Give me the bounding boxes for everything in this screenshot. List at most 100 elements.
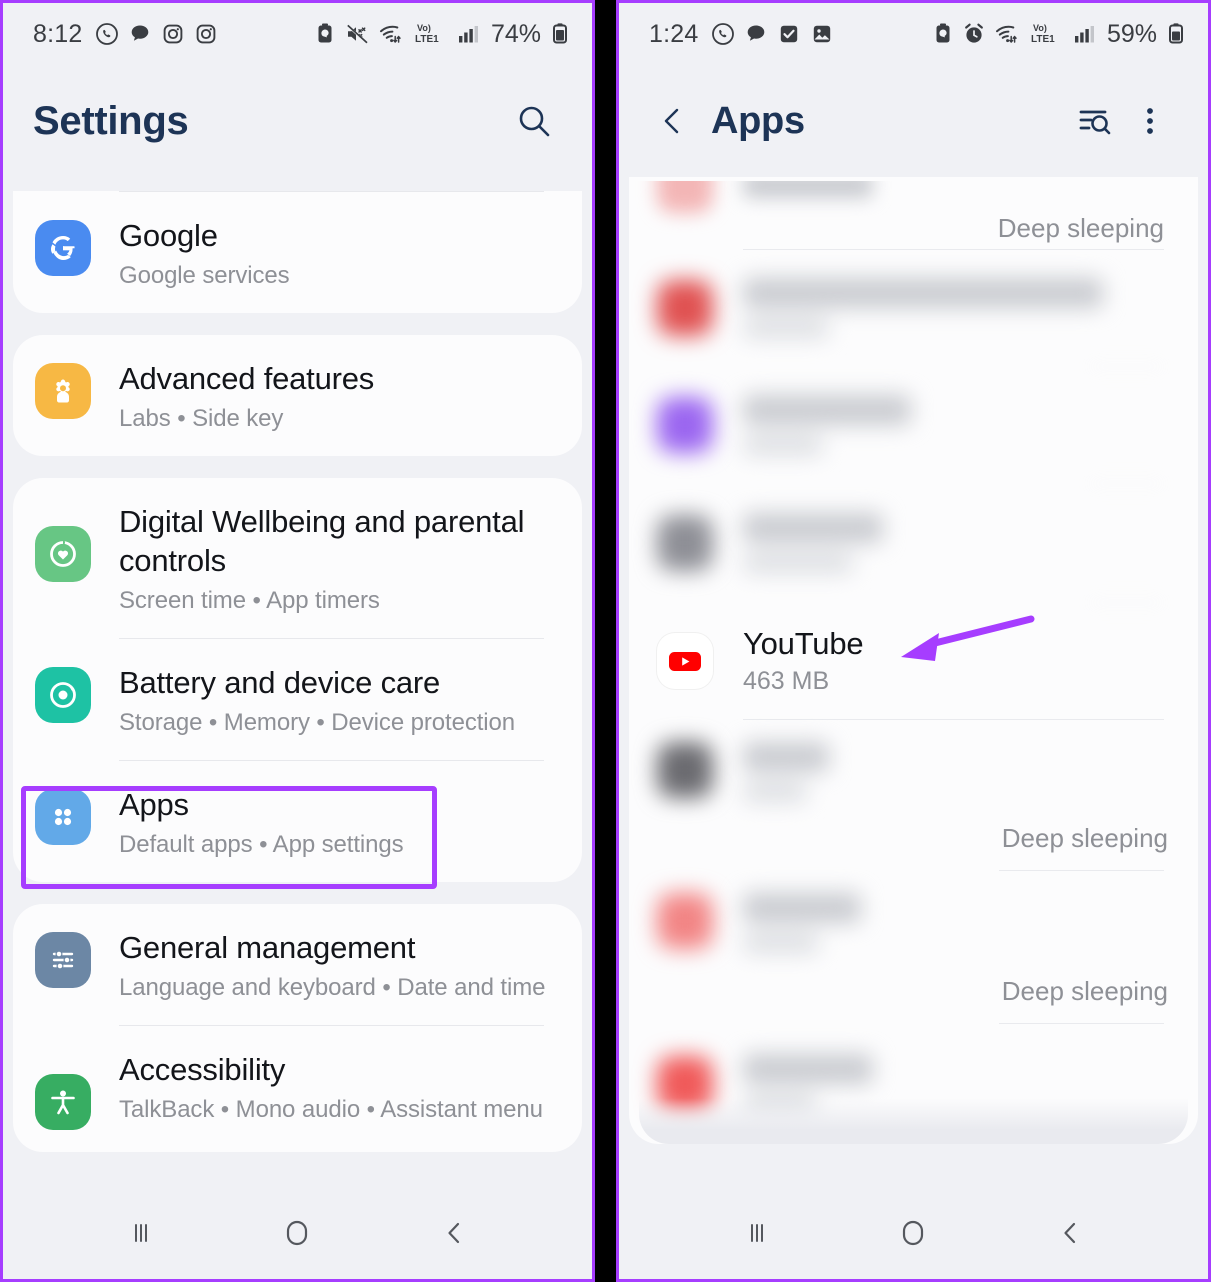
right-phone-screen: 1:24 Vo) LTE1 59% Apps Deep sleeping You… (616, 0, 1211, 1282)
settings-list[interactable]: Google Google services Advanced features… (3, 177, 592, 1187)
list-item[interactable] (629, 250, 1198, 366)
sidebar-item-battery-device-care[interactable]: Battery and device care Storage • Memory… (13, 639, 582, 760)
sidebar-item-digital-wellbeing[interactable]: Digital Wellbeing and parental controls … (13, 478, 582, 639)
status-time: 8:12 (33, 19, 83, 48)
battery-saver-icon (314, 22, 336, 46)
svg-text:LTE1: LTE1 (1031, 34, 1055, 45)
app-icon (657, 742, 713, 798)
item-title: Digital Wellbeing and parental controls (119, 503, 525, 579)
item-title: Apps (119, 787, 189, 823)
item-subtitle: Screen time • App timers (119, 587, 380, 615)
recent-apps-button[interactable] (717, 1203, 797, 1263)
list-item[interactable]: Deep sleeping (629, 181, 1198, 249)
list-item[interactable]: Deep sleeping (629, 720, 1198, 870)
sidebar-item-apps[interactable]: Apps Default apps • App settings (13, 761, 582, 882)
list-item-youtube[interactable]: YouTube 463 MB (629, 603, 1198, 719)
app-name: YouTube (743, 626, 864, 661)
apps-list[interactable]: Deep sleeping YouTube 463 MB Deep sleepi… (619, 177, 1208, 1187)
accessibility-person-icon (35, 1073, 91, 1130)
settings-group-advanced: Advanced features Labs • Side key (13, 334, 582, 456)
app-icon (657, 893, 713, 949)
settings-group-google: Google Google services (13, 191, 582, 313)
item-title: General management (119, 929, 416, 965)
list-item[interactable] (629, 367, 1198, 483)
search-icon[interactable] (506, 93, 562, 149)
back-chevron-icon[interactable] (649, 93, 697, 149)
instagram-icon (161, 22, 185, 46)
item-title: Advanced features (119, 360, 375, 396)
task-check-icon (777, 22, 801, 46)
settings-group-wellbeing: Digital Wellbeing and parental controls … (13, 477, 582, 882)
whatsapp-icon (711, 22, 735, 46)
sidebar-item-general-management[interactable]: General management Language and keyboard… (13, 904, 582, 1025)
item-title: Battery and device care (119, 665, 441, 701)
battery-care-icon (35, 667, 91, 724)
item-subtitle: Labs • Side key (119, 404, 284, 432)
item-title: Accessibility (119, 1051, 286, 1087)
sort-search-icon[interactable] (1066, 93, 1122, 149)
wifi-icon (994, 22, 1022, 46)
item-subtitle: Default apps • App settings (119, 830, 404, 858)
chat-bubble-icon (744, 22, 768, 46)
gallery-icon (810, 22, 834, 46)
wifi-icon (378, 22, 406, 46)
chat-bubble-icon (128, 22, 152, 46)
whatsapp-icon (95, 22, 119, 46)
app-status: Deep sleeping (1001, 976, 1168, 1006)
list-item[interactable] (629, 484, 1198, 602)
camera-icon (194, 22, 218, 46)
apps-app-bar: Apps (619, 65, 1208, 177)
app-size: 463 MB (743, 667, 830, 695)
settings-group-general: General management Language and keyboard… (13, 903, 582, 1152)
sidebar-item-google[interactable]: Google Google services (13, 192, 582, 313)
item-title: Google (119, 218, 218, 253)
app-icon (657, 280, 713, 336)
item-subtitle: Storage • Memory • Device protection (119, 708, 516, 736)
left-nav-bar (3, 1187, 592, 1279)
left-status-bar: 8:12 Vo) LTE1 74% (3, 3, 592, 65)
svg-text:Vo): Vo) (417, 23, 431, 33)
sliders-icon (35, 931, 91, 988)
more-vertical-icon[interactable] (1122, 93, 1178, 149)
app-icon (657, 181, 713, 213)
mute-icon (345, 22, 369, 46)
right-nav-bar (619, 1187, 1208, 1279)
list-item[interactable]: Deep sleeping (629, 871, 1198, 1023)
svg-text:Vo): Vo) (1033, 23, 1047, 33)
item-subtitle: TalkBack • Mono audio • Assistant menu (119, 1095, 543, 1123)
back-button[interactable] (414, 1203, 494, 1263)
sidebar-item-accessibility[interactable]: Accessibility TalkBack • Mono audio • As… (13, 1026, 582, 1152)
home-button[interactable] (257, 1203, 337, 1263)
left-phone-screen: 8:12 Vo) LTE1 74% Settings Google Google… (0, 0, 595, 1282)
battery-saver-icon (932, 22, 954, 46)
heart-circle-icon (35, 525, 91, 582)
page-title: Settings (33, 98, 189, 143)
comparison-screenshot: 8:12 Vo) LTE1 74% Settings Google Google… (0, 0, 1211, 1282)
signal-bars-icon (458, 22, 480, 46)
recent-apps-button[interactable] (101, 1203, 181, 1263)
item-subtitle: Language and keyboard • Date and time (119, 973, 546, 1001)
svg-text:LTE1: LTE1 (415, 34, 439, 45)
back-button[interactable] (1030, 1203, 1110, 1263)
right-status-bar: 1:24 Vo) LTE1 59% (619, 3, 1208, 65)
signal-bars-icon (1074, 22, 1096, 46)
app-icon (657, 515, 713, 571)
page-title: Apps (711, 99, 805, 142)
youtube-icon (657, 633, 713, 689)
status-time: 1:24 (649, 19, 699, 48)
app-icon (657, 397, 713, 453)
app-status: Deep sleeping (1001, 823, 1168, 853)
apps-card: Deep sleeping YouTube 463 MB Deep sleepi… (629, 177, 1198, 1144)
scroll-fade (639, 1098, 1188, 1144)
battery-icon (550, 22, 570, 46)
settings-app-bar: Settings (3, 65, 592, 177)
battery-percent: 59% (1106, 19, 1157, 48)
alarm-icon (963, 22, 985, 46)
sidebar-item-advanced-features[interactable]: Advanced features Labs • Side key (13, 335, 582, 456)
gear-flower-icon (35, 362, 91, 419)
volte-icon: Vo) LTE1 (1031, 21, 1065, 47)
battery-percent: 74% (490, 19, 541, 48)
battery-icon (1166, 22, 1186, 46)
apps-grid-icon (35, 789, 91, 846)
home-button[interactable] (873, 1203, 953, 1263)
